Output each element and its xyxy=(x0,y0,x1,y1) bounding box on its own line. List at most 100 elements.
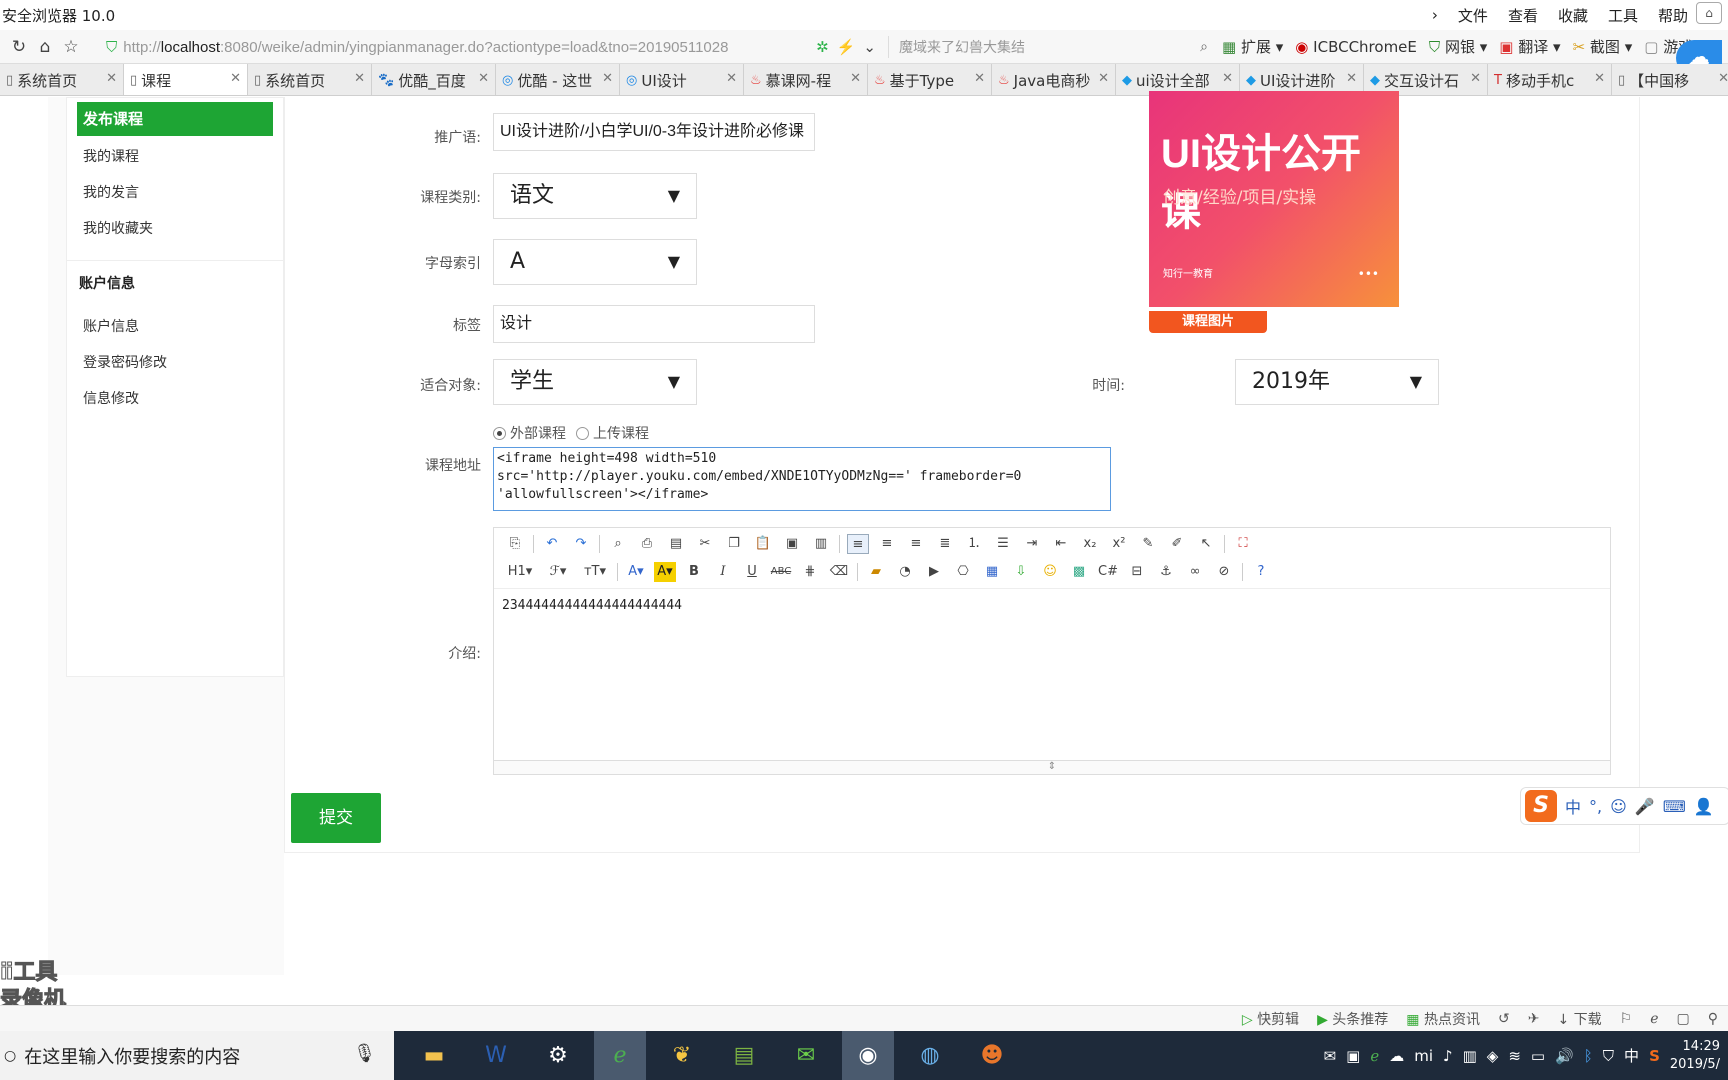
radio-upload-label[interactable]: 上传课程 xyxy=(593,423,649,443)
link-icon[interactable]: ∞ xyxy=(1184,562,1206,582)
close-icon[interactable]: ✕ xyxy=(1470,71,1481,86)
help-icon[interactable]: ? xyxy=(1250,562,1272,582)
tab-item[interactable]: 🐾 优酷_百度 ✕ xyxy=(372,64,496,95)
menu-chevron-icon[interactable]: › xyxy=(1432,6,1438,24)
menu-help[interactable]: 帮助 xyxy=(1658,5,1688,26)
status-pin-icon[interactable]: ✈ xyxy=(1528,1011,1540,1027)
close-icon[interactable]: ✕ xyxy=(230,71,241,86)
align-center-icon[interactable]: ≡ xyxy=(876,534,898,554)
map-icon[interactable]: ▩ xyxy=(1068,562,1090,582)
print-icon[interactable]: ⎙ xyxy=(636,534,658,554)
mic-icon[interactable]: 🎙 xyxy=(353,1043,376,1064)
recorder-icon[interactable]: ◉ xyxy=(842,1031,894,1080)
eraser-icon[interactable]: ⌫ xyxy=(828,562,850,582)
user-icon[interactable]: 👤 xyxy=(1694,797,1714,816)
tray-book-icon[interactable]: ▥ xyxy=(1463,1047,1477,1065)
undo-icon[interactable]: ↶ xyxy=(541,534,563,554)
heading-dropdown[interactable]: H1▾ xyxy=(504,562,536,582)
pagebreak-icon[interactable]: ⊟ xyxy=(1126,562,1148,582)
copy-icon[interactable]: ❐ xyxy=(723,534,745,554)
close-icon[interactable]: ✕ xyxy=(1222,71,1233,86)
radio-unchecked-icon[interactable] xyxy=(576,426,589,440)
close-icon[interactable]: ✕ xyxy=(478,71,489,86)
code-icon[interactable]: C# xyxy=(1097,562,1119,582)
hr-icon[interactable]: ⇩ xyxy=(1010,562,1032,582)
tray-wifi-icon[interactable]: ≋ xyxy=(1508,1047,1521,1065)
audience-select[interactable]: 学生 ▼ xyxy=(493,359,697,405)
tray-shield-icon[interactable]: ⛉ xyxy=(1603,1047,1614,1065)
template-icon[interactable]: ▤ xyxy=(665,534,687,554)
tab-item[interactable]: ▯ 系统首页 ✕ xyxy=(0,64,124,95)
tray-doc-icon[interactable]: ▣ xyxy=(1346,1047,1360,1065)
cut-icon[interactable]: ✂ xyxy=(694,534,716,554)
sidebar-item-my-posts[interactable]: 我的发言 xyxy=(83,182,139,202)
menu-view[interactable]: 查看 xyxy=(1508,5,1538,26)
fullscreen-icon[interactable]: ⛶ xyxy=(1232,534,1254,554)
tray-volume-icon[interactable]: 🔊 xyxy=(1555,1047,1574,1065)
menu-tools[interactable]: 工具 xyxy=(1608,5,1638,26)
ime-lang[interactable]: 中 xyxy=(1565,794,1581,818)
close-icon[interactable]: ✕ xyxy=(974,71,985,86)
menu-favorites[interactable]: 收藏 xyxy=(1558,5,1588,26)
close-icon[interactable]: ✕ xyxy=(1098,71,1109,86)
tray-bluetooth-icon[interactable]: ᛒ xyxy=(1584,1047,1593,1065)
time-select[interactable]: 2019年 ▼ xyxy=(1235,359,1439,405)
dropdown-icon[interactable]: ⌄ xyxy=(863,38,876,56)
tab-item[interactable]: ♨ 慕课网-程 ✕ xyxy=(744,64,868,95)
sidebar-item-my-favorites[interactable]: 我的收藏夹 xyxy=(83,218,153,238)
highlight-icon[interactable]: A▾ xyxy=(654,562,676,582)
sogou-icon[interactable]: S xyxy=(1525,790,1557,822)
tab-item[interactable]: ◎ 优酷 - 这世 ✕ xyxy=(496,64,620,95)
image-icon[interactable]: ▰ xyxy=(865,562,887,582)
home-icon[interactable]: ⌂ xyxy=(32,37,58,57)
indent-icon[interactable]: ⇥ xyxy=(1021,534,1043,554)
superscript-icon[interactable]: x² xyxy=(1108,534,1130,554)
table-icon[interactable]: ▦ xyxy=(981,562,1003,582)
tag-input[interactable]: 设计 xyxy=(493,305,815,343)
subscript-icon[interactable]: x₂ xyxy=(1079,534,1101,554)
align-right-icon[interactable]: ≡ xyxy=(905,534,927,554)
search-icon[interactable]: ⌕ xyxy=(1200,39,1214,55)
unordered-list-icon[interactable]: ☰ xyxy=(992,534,1014,554)
italic-icon[interactable]: I xyxy=(712,562,734,582)
keyboard-icon[interactable]: ⌨ xyxy=(1663,797,1686,816)
close-icon[interactable]: ✕ xyxy=(602,71,613,86)
align-left-icon[interactable]: ≡ xyxy=(847,534,869,554)
anchor-icon[interactable]: ⚓ xyxy=(1155,562,1177,582)
tray-ime-lang[interactable]: 中 xyxy=(1624,1045,1639,1066)
preview-icon[interactable]: ⌕ xyxy=(607,534,629,554)
status-headline[interactable]: ▶ 头条推荐 xyxy=(1317,1009,1388,1029)
window-skin-icon[interactable]: ⌂ xyxy=(1696,2,1722,24)
align-justify-icon[interactable]: ≣ xyxy=(934,534,956,554)
line-height-icon[interactable]: ⋕ xyxy=(799,562,821,582)
tab-item[interactable]: ♨ Java电商秒 ✕ xyxy=(992,64,1116,95)
globe-icon[interactable]: ◍ xyxy=(904,1031,956,1080)
taskbar-search[interactable]: ○ 在这里输入你要搜索的内容 🎙 xyxy=(0,1031,394,1080)
sidebar-item-account-info[interactable]: 账户信息 xyxy=(83,316,139,336)
browser-icon[interactable]: ℯ xyxy=(594,1031,646,1080)
underline-icon[interactable]: U xyxy=(741,562,763,582)
mic-icon[interactable]: 🎤 xyxy=(1635,797,1655,816)
mascot-icon[interactable]: ☻ xyxy=(966,1031,1018,1080)
tray-mute-icon[interactable]: ♪ xyxy=(1443,1047,1453,1065)
ordered-list-icon[interactable]: ⒈ xyxy=(963,534,985,554)
promo-input[interactable]: UI设计进阶/小白学UI/0-3年设计进阶必修课 xyxy=(493,113,815,151)
ext-icbc[interactable]: ◉ ICBCChromeE xyxy=(1295,38,1417,56)
font-size-dropdown[interactable]: тT▾ xyxy=(580,562,610,582)
ext-screenshot[interactable]: ✂ 截图 ▾ xyxy=(1573,36,1633,57)
close-icon[interactable]: ✕ xyxy=(106,71,117,86)
tray-cloud-icon[interactable]: ☁ xyxy=(1389,1047,1404,1065)
flash-icon[interactable]: ◔ xyxy=(894,562,916,582)
emoji-icon[interactable]: ☺ xyxy=(1610,797,1627,816)
letter-select[interactable]: A ▼ xyxy=(493,239,697,285)
emoticon-icon[interactable]: ☺ xyxy=(1039,562,1061,582)
editor-content[interactable]: 23444444444444444444444 xyxy=(502,598,682,613)
word-icon[interactable]: W xyxy=(470,1031,522,1080)
tab-item[interactable]: ▯ 【中国移 ✕ xyxy=(1612,64,1728,95)
category-select[interactable]: 语文 ▼ xyxy=(493,173,697,219)
sidebar-item-password[interactable]: 登录密码修改 xyxy=(83,352,167,372)
tab-item[interactable]: T 移动手机c ✕ xyxy=(1488,64,1612,95)
ext-bank[interactable]: ⛉ 网银 ▾ xyxy=(1429,36,1487,57)
tray-browser-icon[interactable]: ℯ xyxy=(1370,1047,1379,1065)
status-quickclip[interactable]: ▷ 快剪辑 xyxy=(1242,1009,1299,1029)
